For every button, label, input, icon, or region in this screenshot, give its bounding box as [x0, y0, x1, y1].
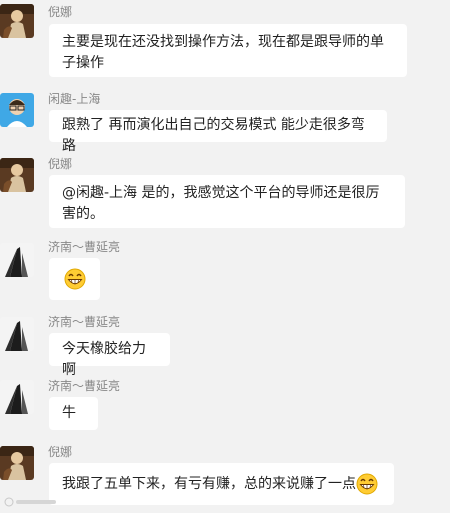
message-bubble[interactable]: 今天橡胶给力啊: [49, 333, 170, 378]
sender-name: 济南～曹延亮: [48, 240, 121, 254]
avatar-jinan-icon[interactable]: [0, 243, 34, 277]
message-bubble[interactable]: 牛: [49, 397, 98, 430]
sender-name: 济南～曹延亮: [48, 315, 121, 329]
sender-name: 倪娜: [48, 157, 73, 171]
message-text: 我跟了五单下来，有亏有赚，总的来说赚了一点: [62, 476, 356, 492]
message-bubble[interactable]: 我跟了五单下来，有亏有赚，总的来说赚了一点: [49, 463, 394, 505]
message-bubble[interactable]: 跟熟了 再而演化出自己的交易模式 能少走很多弯路: [49, 110, 387, 154]
message-text: 牛: [62, 405, 76, 421]
sender-name: 倪娜: [48, 445, 73, 459]
watermark-logo: [4, 496, 60, 511]
grin-emoji-icon: [356, 473, 378, 495]
avatar-nina-icon[interactable]: [0, 158, 34, 192]
message-text: 今天橡胶给力啊: [62, 341, 146, 378]
sender-name: 济南～曹延亮: [48, 379, 121, 393]
avatar-nina-icon[interactable]: [0, 446, 34, 480]
avatar-xianqu-icon[interactable]: [0, 93, 34, 127]
avatar-nina-icon[interactable]: [0, 4, 34, 38]
message-text: 跟熟了 再而演化出自己的交易模式 能少走很多弯路: [62, 117, 365, 154]
sender-name: 闲趣-上海: [48, 92, 101, 106]
message-text: @闲趣-上海 是的，我感觉这个平台的导师还是很厉害的。: [62, 185, 380, 222]
avatar-jinan-icon[interactable]: [0, 380, 34, 414]
message-bubble[interactable]: [49, 258, 100, 300]
avatar-jinan-icon[interactable]: [0, 317, 34, 351]
message-bubble[interactable]: @闲趣-上海 是的，我感觉这个平台的导师还是很厉害的。: [49, 175, 405, 228]
chat-conversation: 倪娜 主要是现在还没找到操作方法，现在都是跟导师的单子操作 闲趣-上海 跟熟了 …: [0, 0, 450, 513]
message-text: 主要是现在还没找到操作方法，现在都是跟导师的单子操作: [62, 34, 384, 71]
grin-emoji-icon: [64, 268, 86, 290]
message-bubble[interactable]: 主要是现在还没找到操作方法，现在都是跟导师的单子操作: [49, 24, 407, 77]
sender-name: 倪娜: [48, 5, 73, 19]
